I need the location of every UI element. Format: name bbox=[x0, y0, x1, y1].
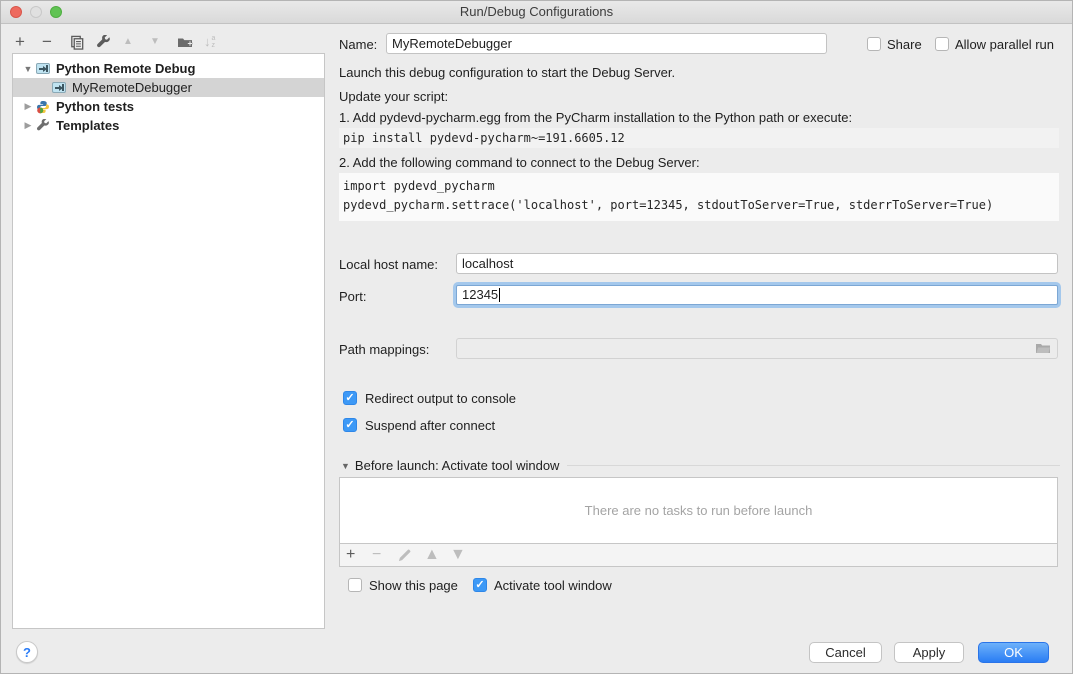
close-window-button[interactable] bbox=[10, 6, 22, 18]
port-input-focus-ring: 12345 bbox=[453, 282, 1061, 308]
tree-item-templates[interactable]: ▶ Templates bbox=[13, 116, 324, 135]
suspend-after-connect-label: Suspend after connect bbox=[365, 418, 495, 433]
activate-tool-window-label: Activate tool window bbox=[494, 578, 612, 593]
suspend-after-connect-checkbox[interactable]: ✓ bbox=[343, 418, 357, 432]
header-rule bbox=[567, 465, 1060, 466]
zoom-window-button[interactable] bbox=[50, 6, 62, 18]
tree-item-python-remote-debug[interactable]: ▼ Python Remote Debug bbox=[13, 59, 324, 78]
minimize-window-button[interactable] bbox=[30, 6, 42, 18]
name-label: Name: bbox=[339, 37, 377, 52]
settrace-code[interactable]: import pydevd_pycharm pydevd_pycharm.set… bbox=[339, 173, 1059, 221]
expander-closed-icon[interactable]: ▶ bbox=[21, 101, 35, 112]
wrench-icon bbox=[35, 119, 51, 133]
share-label: Share bbox=[887, 37, 922, 52]
python-tests-icon bbox=[35, 100, 51, 114]
tree-item-label: Python Remote Debug bbox=[56, 61, 195, 76]
browse-folder-icon[interactable] bbox=[1035, 342, 1051, 355]
show-this-page-label: Show this page bbox=[369, 578, 458, 593]
intro-text: Launch this debug configuration to start… bbox=[339, 65, 675, 80]
step1-text: 1. Add pydevd-pycharm.egg from the PyCha… bbox=[339, 110, 852, 125]
apply-button[interactable]: Apply bbox=[894, 642, 964, 663]
configurations-toolbar: + − ▲ ▼ ↓ az bbox=[15, 31, 231, 53]
step2-text: 2. Add the following command to connect … bbox=[339, 155, 700, 170]
remote-debug-icon bbox=[51, 81, 67, 95]
tree-item-label: Python tests bbox=[56, 99, 134, 114]
sort-configurations-button[interactable]: ↓ az bbox=[204, 32, 231, 52]
window-title: Run/Debug Configurations bbox=[460, 4, 613, 19]
collapse-triangle-icon[interactable]: ▼ bbox=[341, 461, 350, 471]
port-value: 12345 bbox=[462, 286, 498, 304]
tree-item-myremotedebugger[interactable]: MyRemoteDebugger bbox=[13, 78, 324, 97]
edit-task-button[interactable] bbox=[398, 545, 424, 565]
redirect-output-checkbox[interactable]: ✓ bbox=[343, 391, 357, 405]
port-label: Port: bbox=[339, 289, 366, 304]
redirect-output-label: Redirect output to console bbox=[365, 391, 516, 406]
move-task-down-button[interactable]: ▼ bbox=[450, 545, 476, 565]
sort-arrow-icon: ↓ bbox=[204, 33, 211, 51]
move-up-button[interactable]: ▲ bbox=[123, 32, 150, 52]
activate-tool-window-checkbox[interactable]: ✓ bbox=[473, 578, 487, 592]
cancel-button[interactable]: Cancel bbox=[809, 642, 882, 663]
allow-parallel-run-checkbox[interactable] bbox=[935, 37, 949, 51]
run-debug-configurations-dialog: Run/Debug Configurations + − ▲ ▼ bbox=[0, 0, 1073, 674]
remove-configuration-button[interactable]: − bbox=[42, 32, 69, 52]
add-task-button[interactable]: + bbox=[346, 545, 372, 565]
add-configuration-button[interactable]: + bbox=[15, 32, 42, 52]
tree-item-label: MyRemoteDebugger bbox=[72, 80, 192, 95]
share-checkbox[interactable] bbox=[867, 37, 881, 51]
new-folder-icon bbox=[177, 35, 193, 49]
text-caret bbox=[499, 288, 500, 302]
tree-item-python-tests[interactable]: ▶ Python tests bbox=[13, 97, 324, 116]
move-down-button[interactable]: ▼ bbox=[150, 32, 177, 52]
expander-closed-icon[interactable]: ▶ bbox=[21, 120, 35, 131]
settrace-code-line1: import pydevd_pycharm bbox=[343, 177, 1059, 196]
show-this-page-checkbox[interactable] bbox=[348, 578, 362, 592]
name-input[interactable] bbox=[386, 33, 827, 54]
copy-icon bbox=[69, 35, 84, 50]
before-launch-task-list[interactable]: There are no tasks to run before launch bbox=[339, 477, 1058, 544]
move-task-up-button[interactable]: ▲ bbox=[424, 545, 450, 565]
pencil-icon bbox=[398, 549, 411, 562]
sort-az-icon: az bbox=[212, 35, 216, 49]
pip-install-code[interactable]: pip install pydevd-pycharm~=191.6605.12 bbox=[339, 128, 1059, 148]
local-host-name-label: Local host name: bbox=[339, 257, 438, 272]
before-launch-title: Before launch: Activate tool window bbox=[355, 458, 560, 473]
no-tasks-text: There are no tasks to run before launch bbox=[585, 503, 813, 518]
port-input[interactable]: 12345 bbox=[456, 285, 1058, 305]
path-mappings-input[interactable] bbox=[456, 338, 1058, 359]
remove-task-button[interactable]: − bbox=[372, 545, 398, 565]
before-launch-toolbar: + − ▲ ▼ bbox=[339, 544, 1058, 567]
tree-item-label: Templates bbox=[56, 118, 119, 133]
title-bar[interactable]: Run/Debug Configurations bbox=[1, 1, 1072, 24]
local-host-name-input[interactable] bbox=[456, 253, 1058, 274]
before-launch-header[interactable]: ▼ Before launch: Activate tool window bbox=[341, 458, 1060, 473]
wrench-icon bbox=[96, 35, 111, 50]
ok-button[interactable]: OK bbox=[978, 642, 1049, 663]
new-folder-button[interactable] bbox=[177, 32, 204, 52]
copy-configuration-button[interactable] bbox=[69, 32, 96, 52]
path-mappings-label: Path mappings: bbox=[339, 342, 429, 357]
remote-debug-icon bbox=[35, 62, 51, 76]
allow-parallel-run-label: Allow parallel run bbox=[955, 37, 1054, 52]
help-button[interactable]: ? bbox=[16, 641, 38, 663]
configurations-tree: ▼ Python Remote Debug MyRemoteDebugger ▶… bbox=[12, 53, 325, 629]
update-script-text: Update your script: bbox=[339, 89, 448, 104]
settrace-code-line2: pydevd_pycharm.settrace('localhost', por… bbox=[343, 196, 1059, 215]
edit-templates-button[interactable] bbox=[96, 32, 123, 52]
expander-open-icon[interactable]: ▼ bbox=[21, 64, 35, 74]
